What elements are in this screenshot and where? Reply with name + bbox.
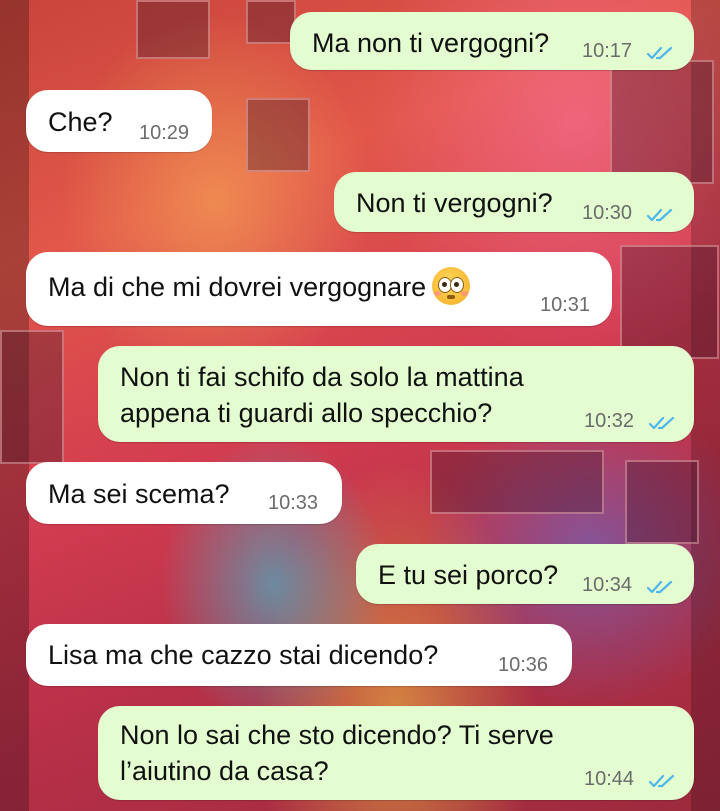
message-text: Che? <box>48 107 113 137</box>
incoming-message[interactable]: Ma sei scema? 10:33 <box>26 462 342 524</box>
message-time: 10:29 <box>139 122 190 144</box>
message-text: E tu sei porco? <box>378 560 559 590</box>
message-time: 10:31 <box>540 294 591 316</box>
message-text: Ma sei scema? <box>48 479 230 509</box>
message-text-content: Ma di che mi dovrei vergognare <box>48 272 427 303</box>
incoming-message[interactable]: Che? 10:29 <box>26 90 212 152</box>
message-time: 10:36 <box>498 654 549 676</box>
wallpaper-window <box>246 98 310 172</box>
message-time: 10:33 <box>268 492 319 514</box>
message-text-line-2: appena ti guardi allo specchio? <box>120 398 493 428</box>
message-time: 10:30 <box>582 202 633 224</box>
outgoing-message[interactable]: E tu sei porco? 10:34 <box>356 544 694 604</box>
wallpaper-window <box>620 245 719 359</box>
outgoing-message[interactable]: Non lo sai che sto dicendo? Ti serve l’a… <box>98 706 694 800</box>
message-text-line-2: l’aiutino da casa? <box>120 756 329 786</box>
message-time: 10:32 <box>584 410 635 432</box>
message-text: Lisa ma che cazzo stai dicendo? <box>48 640 439 670</box>
outgoing-message[interactable]: Non ti fai schifo da solo la mattina app… <box>98 346 694 442</box>
wallpaper-window <box>136 0 210 59</box>
message-text-line-1: Non ti fai schifo da solo la mattina <box>120 362 524 392</box>
wallpaper-window <box>610 60 714 184</box>
read-ticks-icon <box>646 46 673 60</box>
wallpaper-window <box>430 450 604 514</box>
read-ticks-icon <box>648 774 675 788</box>
message-time: 10:17 <box>582 40 633 62</box>
message-text: Ma di che mi dovrei vergognare <box>48 267 471 308</box>
flushed-face-emoji-icon <box>432 267 471 305</box>
wallpaper-window <box>0 330 64 464</box>
message-time: 10:44 <box>584 768 635 790</box>
read-ticks-icon <box>648 416 675 430</box>
message-text: Ma non ti vergogni? <box>312 28 550 58</box>
read-ticks-icon <box>646 580 673 594</box>
message-time: 10:34 <box>582 574 633 596</box>
read-ticks-icon <box>646 208 673 222</box>
message-text: Non ti vergogni? <box>356 188 553 218</box>
message-text-line-1: Non lo sai che sto dicendo? Ti serve <box>120 720 554 750</box>
wallpaper-window <box>246 0 296 44</box>
outgoing-message[interactable]: Ma non ti vergogni? 10:17 <box>290 12 694 70</box>
incoming-message[interactable]: Lisa ma che cazzo stai dicendo? 10:36 <box>26 624 572 686</box>
incoming-message[interactable]: Ma di che mi dovrei vergognare 10:31 <box>26 252 612 326</box>
wallpaper-window <box>625 460 699 544</box>
outgoing-message[interactable]: Non ti vergogni? 10:30 <box>334 172 694 232</box>
